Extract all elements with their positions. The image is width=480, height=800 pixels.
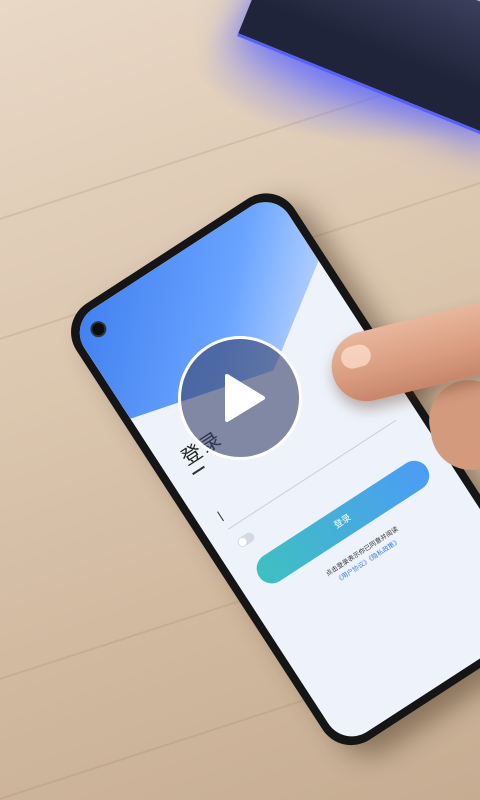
phone-body: 登录 登录 点击登录表示你已同意并阅读 《用户协议》《隐私政策》 xyxy=(58,180,480,759)
fingernail xyxy=(338,342,374,371)
phone-remember-row xyxy=(235,530,257,549)
monitor-edge xyxy=(237,0,480,141)
play-button[interactable] xyxy=(178,336,302,460)
text-cursor xyxy=(217,511,224,522)
toggle-icon xyxy=(235,530,257,549)
play-icon xyxy=(225,374,265,422)
phone-screen: 登录 登录 点击登录表示你已同意并阅读 《用户协议》《隐私政策》 xyxy=(69,191,480,748)
